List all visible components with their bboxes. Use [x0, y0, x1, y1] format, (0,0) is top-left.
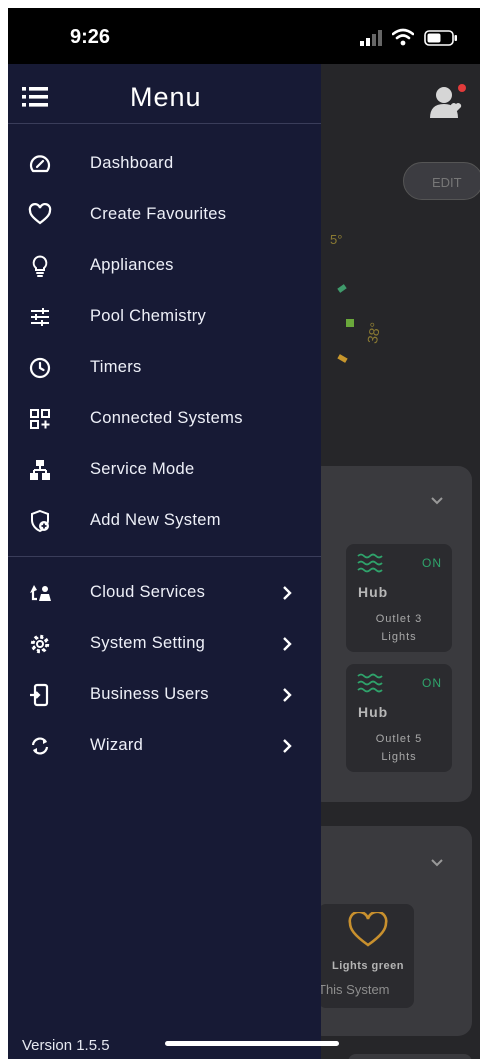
wifi-icon: [392, 28, 414, 46]
chevron-down-icon[interactable]: [430, 858, 444, 868]
tile-outlet-type: Lights: [381, 751, 417, 763]
home-indicator[interactable]: [165, 1041, 339, 1046]
signal-icon: [360, 30, 382, 46]
gauge-label: 38°: [364, 321, 384, 345]
sliders-icon: [31, 308, 49, 326]
menu-item-label: Pool Chemistry: [90, 307, 207, 325]
tile-outlet-name: Outlet 5: [375, 733, 423, 745]
menu-item-label: System Setting: [90, 634, 206, 652]
menu-item-label: Business Users: [90, 685, 209, 703]
waves-icon: [357, 673, 383, 693]
network-icon: [30, 460, 50, 480]
hub-card: ON Hub Outlet 3 Lights ON Hub Outlet 5 L…: [308, 466, 472, 802]
phone-login-icon: [30, 683, 49, 707]
heart-icon: [348, 912, 388, 947]
gauge-mark: [337, 354, 348, 363]
list-menu-icon[interactable]: [22, 87, 48, 107]
gauge-icon: [29, 155, 51, 173]
shield-plus-icon: [31, 509, 49, 533]
menu-item-pool-chemistry[interactable]: Pool Chemistry: [8, 295, 321, 339]
menu-item-label: Cloud Services: [90, 583, 206, 601]
tile-outlet-name: Outlet 3: [375, 613, 423, 625]
menu-item-service-mode[interactable]: Service Mode: [8, 448, 321, 492]
menu-item-wizard[interactable]: Wizard: [8, 724, 321, 768]
menu-item-cloud-services[interactable]: Cloud Services: [8, 571, 321, 615]
menu-item-dashboard[interactable]: Dashboard: [8, 142, 321, 186]
menu-item-label: Dashboard: [90, 154, 174, 172]
favourites-card: Lights green This System: [308, 826, 472, 1036]
status-bar: 9:26: [8, 8, 480, 64]
menu-item-connected-systems[interactable]: Connected Systems: [8, 397, 321, 441]
tile-outlet-type: Lights: [381, 631, 417, 643]
menu-item-add-new-system[interactable]: Add New System: [8, 499, 321, 543]
tile-name: Hub: [358, 584, 389, 600]
favourite-tile[interactable]: Lights green This System: [318, 904, 414, 1008]
hub-tile[interactable]: ON Hub Outlet 3 Lights: [346, 544, 452, 652]
navigation-drawer: Menu Dashboard Create Favourites Applian…: [8, 64, 321, 1059]
menu-item-label: Create Favourites: [90, 205, 227, 223]
drawer-header: Menu: [8, 64, 321, 124]
menu-item-label: Service Mode: [90, 460, 195, 478]
edit-button[interactable]: EDIT: [403, 162, 480, 200]
menu-item-label: Add New System: [90, 511, 221, 529]
battery-icon: [424, 30, 457, 46]
user-icon[interactable]: [428, 82, 468, 122]
chevron-right-icon: [283, 688, 292, 702]
favourite-name: Lights green: [332, 960, 405, 972]
drawer-divider: [8, 556, 321, 557]
version-label: Version 1.5.5: [22, 1037, 110, 1054]
gauge-mark: [337, 284, 347, 293]
chevron-right-icon: [283, 586, 292, 600]
chevron-right-icon: [283, 637, 292, 651]
chevron-right-icon: [283, 739, 292, 753]
menu-item-appliances[interactable]: Appliances: [8, 244, 321, 288]
tile-outlet: Outlet 5 Lights: [346, 730, 452, 766]
edit-button-label: EDIT: [432, 175, 462, 190]
menu-item-label: Wizard: [90, 736, 144, 754]
refresh-icon: [31, 737, 49, 755]
menu-item-create-favourites[interactable]: Create Favourites: [8, 193, 321, 237]
status-badge: ON: [422, 556, 442, 570]
tile-outlet: Outlet 3 Lights: [346, 610, 452, 646]
menu-item-label: Connected Systems: [90, 409, 243, 427]
tile-name: Hub: [358, 704, 389, 720]
menu-item-label: Timers: [90, 358, 142, 376]
menu-item-business-users[interactable]: Business Users: [8, 673, 321, 717]
clock-icon: [29, 357, 51, 379]
card-edge: [348, 1054, 472, 1059]
drawer-title: Menu: [130, 82, 202, 112]
menu-item-timers[interactable]: Timers: [8, 346, 321, 390]
heart-icon: [28, 203, 52, 225]
chevron-down-icon[interactable]: [430, 496, 444, 506]
hub-tile[interactable]: ON Hub Outlet 5 Lights: [346, 664, 452, 772]
gauge-mark: [346, 319, 354, 327]
status-time: 9:26: [70, 26, 111, 48]
phone-screen: 9:26 EDIT 5° 38° ON Hub Outlet 3 Lights …: [8, 8, 480, 1059]
menu-item-system-setting[interactable]: System Setting: [8, 622, 321, 666]
gauge-label: 5°: [330, 232, 343, 247]
lightbulb-icon: [32, 255, 48, 277]
waves-icon: [357, 553, 383, 573]
cloud-sync-icon: [30, 585, 51, 601]
status-badge: ON: [422, 676, 442, 690]
grid-plus-icon: [30, 409, 50, 429]
favourite-system: This System: [318, 982, 390, 997]
gear-icon: [30, 634, 50, 654]
menu-item-label: Appliances: [90, 256, 174, 274]
